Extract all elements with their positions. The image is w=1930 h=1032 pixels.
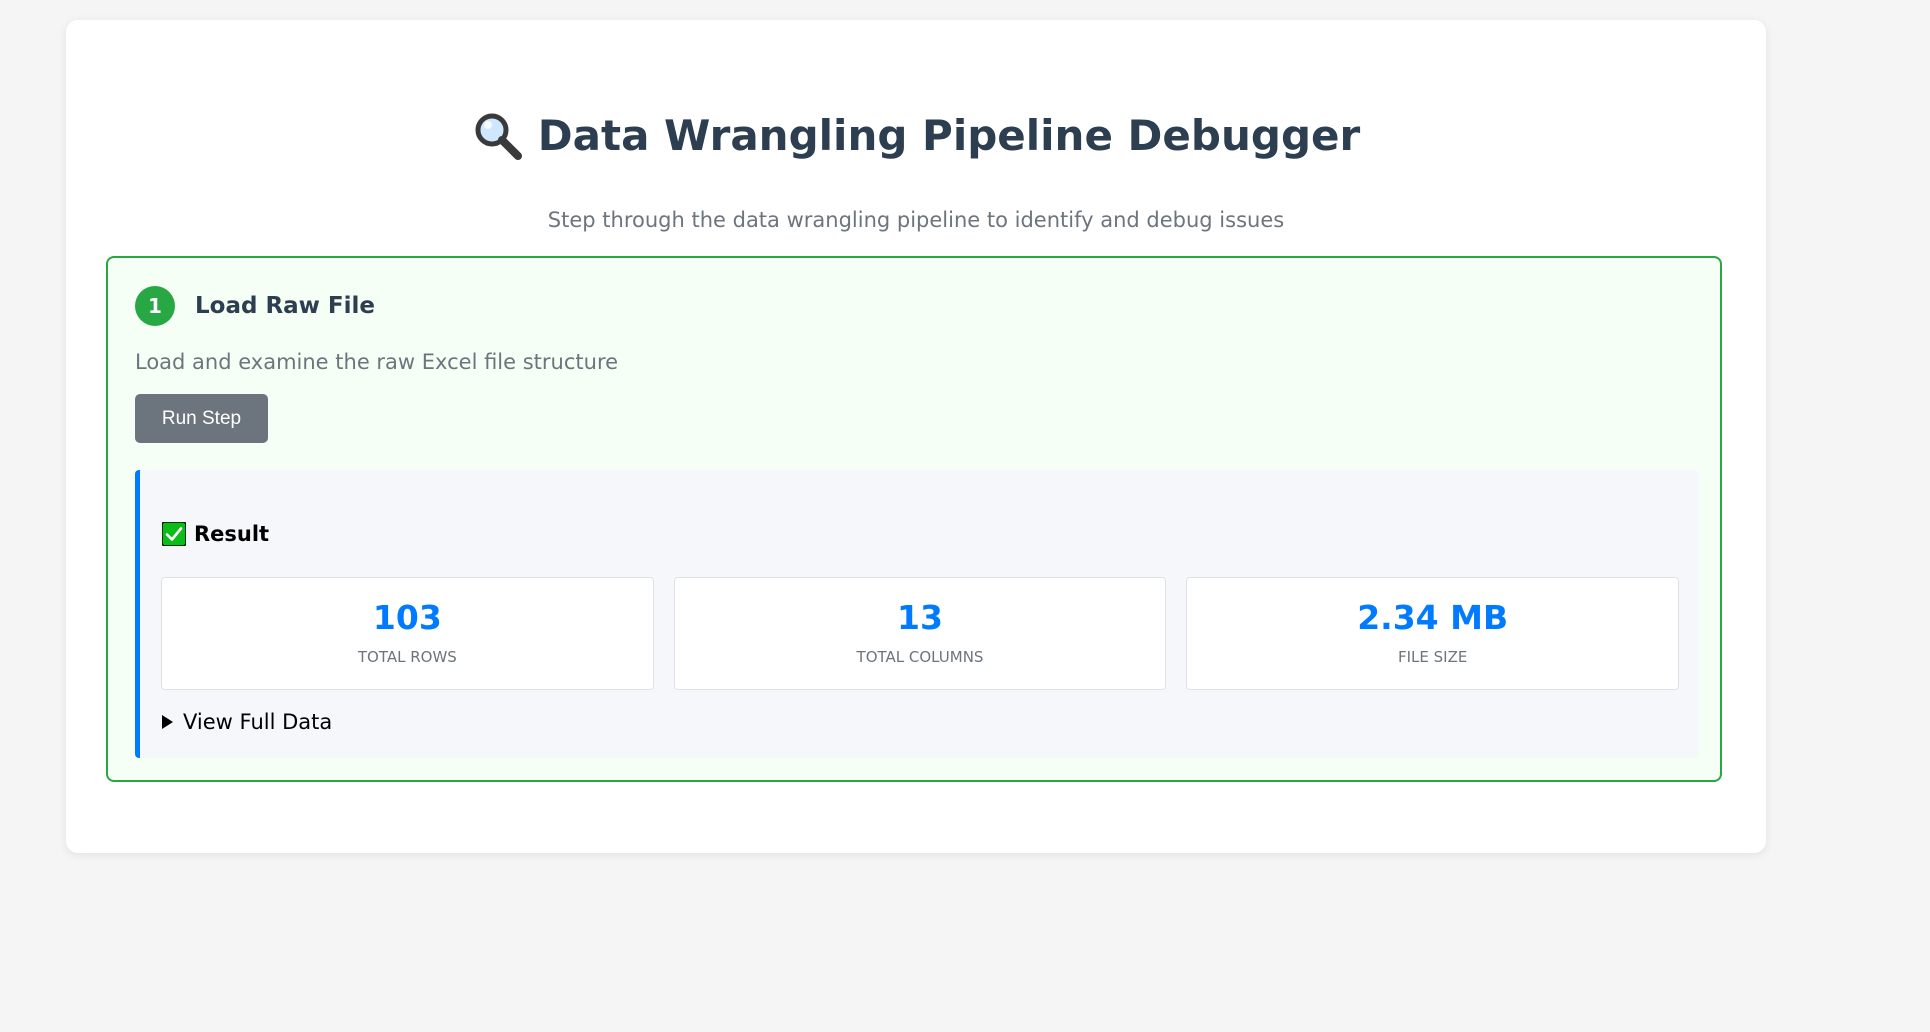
- result-label: Result: [194, 522, 270, 546]
- stat-value: 13: [897, 598, 943, 637]
- step-number-badge: 1: [135, 286, 175, 326]
- magnifying-glass-icon: [475, 113, 522, 160]
- result-panel: Result 103 Total Rows 13 Total Columns 2…: [135, 470, 1699, 758]
- run-step-button[interactable]: Run Step: [135, 394, 268, 443]
- view-full-data-label: View Full Data: [183, 710, 333, 734]
- stat-card-total-rows: 103 Total Rows: [161, 577, 654, 690]
- stat-label: Total Columns: [856, 648, 984, 666]
- view-full-data-toggle[interactable]: View Full Data: [162, 710, 332, 734]
- stat-label: File Size: [1398, 648, 1468, 666]
- stats-row: 103 Total Rows 13 Total Columns 2.34 MB …: [161, 577, 1680, 690]
- step-description: Load and examine the raw Excel file stru…: [135, 350, 619, 374]
- stat-value: 103: [372, 598, 442, 637]
- stat-card-total-columns: 13 Total Columns: [673, 577, 1167, 690]
- disclosure-triangle-icon: [162, 715, 173, 729]
- step-header: 1 Load Raw File: [135, 286, 375, 326]
- main-card: Data Wrangling Pipeline Debugger Step th…: [66, 20, 1766, 853]
- stat-label: Total Rows: [357, 648, 457, 666]
- check-mark-icon: [162, 522, 186, 546]
- step-title: Load Raw File: [195, 293, 376, 319]
- stat-card-file-size: 2.34 MB File Size: [1186, 577, 1680, 690]
- pipeline-step: 1 Load Raw File Load and examine the raw…: [106, 256, 1722, 782]
- result-header: Result: [162, 522, 269, 546]
- stat-value: 2.34 MB: [1357, 598, 1509, 637]
- page-title: Data Wrangling Pipeline Debugger: [537, 111, 1361, 160]
- header: Data Wrangling Pipeline Debugger: [66, 110, 1766, 162]
- page-subtitle: Step through the data wrangling pipeline…: [547, 208, 1285, 232]
